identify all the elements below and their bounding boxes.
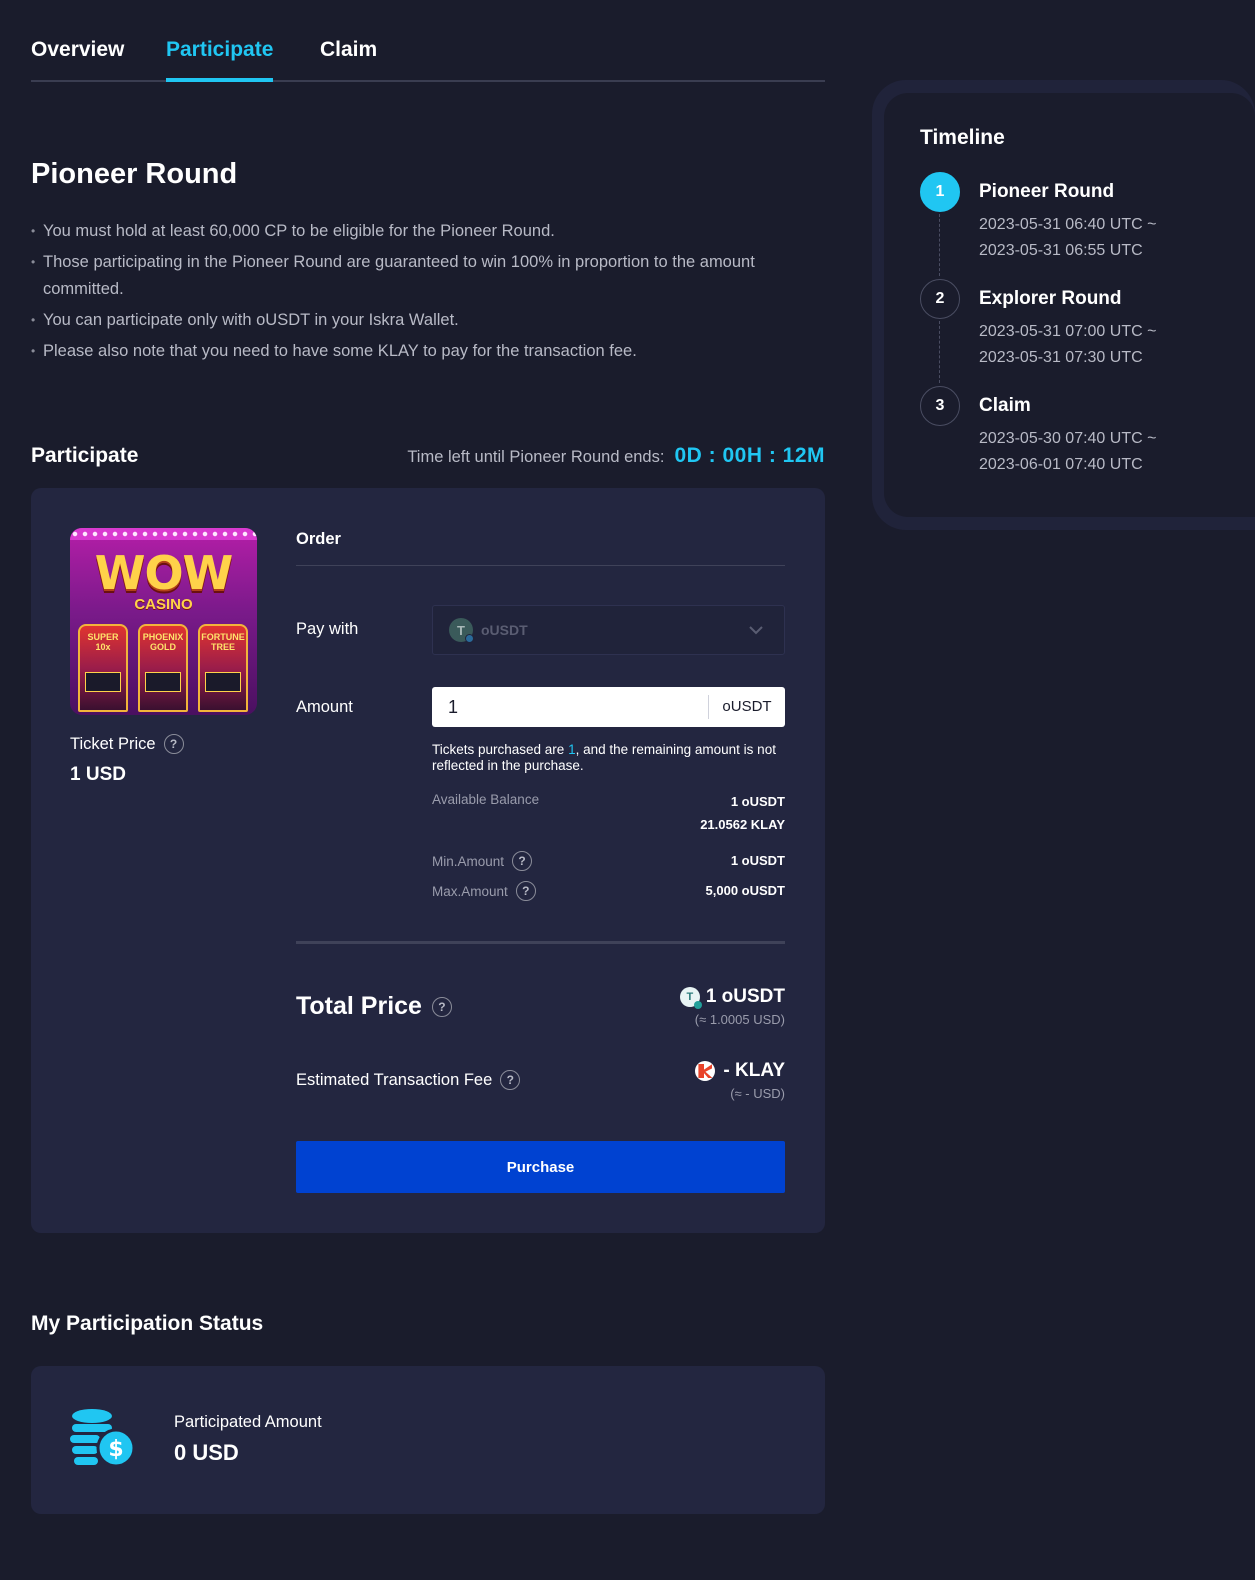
min-amount-value: 1 oUSDT: [730, 853, 785, 868]
purchase-button[interactable]: Purchase: [296, 1141, 785, 1193]
rule-item: Please also note that you need to have s…: [31, 338, 801, 365]
tab-claim[interactable]: Claim: [320, 38, 377, 62]
project-thumbnail: WOW CASINO SUPER 10x PHOENIX GOLD FORTUN…: [70, 528, 257, 715]
divider: [296, 565, 785, 566]
slot-machine: FORTUNE TREE: [198, 624, 248, 712]
thumb-title: WOW: [94, 546, 234, 600]
help-icon[interactable]: ?: [515, 881, 536, 901]
klay-icon: [695, 1061, 716, 1081]
fee-row: Estimated Transaction Fee ?: [296, 1070, 521, 1090]
fee-value: - KLAY: [723, 1060, 785, 1081]
rule-item: You must hold at least 60,000 CP to be e…: [31, 218, 801, 245]
step-end: 2023-05-31 07:30 UTC: [979, 349, 1143, 366]
min-amount-label: Min.Amount: [432, 853, 505, 869]
amount-input[interactable]: [432, 687, 708, 727]
timeline-title: Timeline: [920, 126, 1005, 149]
chevron-down-icon: [749, 626, 763, 635]
help-icon[interactable]: ?: [163, 734, 184, 754]
step-connector: [939, 321, 940, 383]
step-connector: [939, 214, 940, 276]
coins-dollar-icon: $: [70, 1409, 136, 1468]
balance-ousdt: 1 oUSDT: [730, 794, 785, 809]
fee-label: Estimated Transaction Fee: [296, 1070, 493, 1089]
order-title: Order: [296, 530, 341, 548]
step-end: 2023-06-01 07:40 UTC: [979, 456, 1143, 473]
countdown: Time left until Pioneer Round ends: 0D :…: [407, 444, 825, 468]
available-balance-text: Available Balance: [432, 792, 540, 807]
countdown-value: 0D : 00H : 12M: [674, 444, 825, 467]
slot-machine: SUPER 10x: [78, 624, 128, 712]
rules-list: You must hold at least 60,000 CP to be e…: [31, 218, 801, 369]
tether-icon: T: [449, 618, 474, 643]
participate-title: Participate: [31, 444, 139, 467]
participate-card: WOW CASINO SUPER 10x PHOENIX GOLD FORTUN…: [31, 488, 825, 1233]
tab-participate[interactable]: Participate: [166, 38, 274, 82]
ticket-price-label: Ticket Price: [70, 734, 156, 753]
max-amount-label: Max.Amount: [432, 883, 508, 899]
status-title: My Participation Status: [31, 1312, 264, 1335]
status-card: $ Participated Amount 0 USD: [31, 1366, 825, 1514]
help-icon[interactable]: ?: [500, 1070, 521, 1090]
countdown-label: Time left until Pioneer Round ends:: [407, 448, 665, 466]
amount-unit: oUSDT: [708, 695, 785, 719]
ticket-count: 1: [568, 742, 576, 757]
amount-field: oUSDT: [432, 687, 785, 727]
amount-label: Amount: [296, 698, 353, 716]
available-balance-label: Available Balance: [432, 792, 539, 807]
total-price-value: 1 oUSDT: [705, 986, 785, 1007]
participated-amount-label: Participated Amount: [174, 1413, 322, 1431]
slot-machine: PHOENIX GOLD: [138, 624, 188, 712]
step-start: 2023-05-31 07:00 UTC ~: [979, 323, 1157, 340]
balance-klay: 21.0562 KLAY: [700, 817, 785, 832]
page-title: Pioneer Round: [31, 158, 238, 190]
slot-label: FORTUNE TREE: [201, 632, 245, 652]
ticket-price-value: 1 USD: [70, 764, 126, 785]
slot-label: SUPER 10x: [87, 632, 119, 652]
pay-with-select[interactable]: T oUSDT: [432, 605, 785, 655]
step-number: 2: [920, 279, 960, 319]
min-amount-row: Min.Amount ?: [432, 851, 533, 871]
step-name: Claim: [979, 395, 1031, 416]
total-price-label: Total Price: [296, 992, 422, 1020]
max-amount-value: 5,000 oUSDT: [705, 883, 785, 898]
pay-with-token: oUSDT: [481, 622, 528, 638]
total-price-usd: (≈ 1.0005 USD): [694, 1012, 785, 1027]
tab-overview[interactable]: Overview: [31, 38, 124, 62]
step-number: 1: [920, 172, 960, 212]
help-icon[interactable]: ?: [431, 996, 452, 1017]
rule-item: You can participate only with oUSDT in y…: [31, 307, 801, 334]
step-name: Explorer Round: [979, 288, 1122, 309]
step-start: 2023-05-31 06:40 UTC ~: [979, 216, 1157, 233]
rule-item: Those participating in the Pioneer Round…: [31, 249, 801, 303]
svg-text:$: $: [108, 1437, 123, 1462]
note-text: Tickets purchased are: [432, 742, 569, 757]
help-icon[interactable]: ?: [512, 851, 533, 871]
step-number: 3: [920, 386, 960, 426]
fee: - KLAY: [695, 1060, 785, 1082]
ticket-price-label-row: Ticket Price ?: [70, 734, 184, 754]
tab-bar: Overview Participate Claim: [31, 0, 825, 82]
fee-usd: (≈ - USD): [730, 1086, 785, 1101]
purchase-note: Tickets purchased are 1, and the remaini…: [432, 742, 785, 774]
step-name: Pioneer Round: [979, 181, 1115, 202]
participated-amount-value: 0 USD: [174, 1440, 239, 1465]
max-amount-row: Max.Amount ?: [432, 881, 536, 901]
step-end: 2023-05-31 06:55 UTC: [979, 242, 1143, 259]
divider: [296, 941, 785, 944]
total-price: T 1 oUSDT: [679, 986, 785, 1009]
thumb-subtitle: CASINO: [134, 596, 193, 613]
marquee-lights: [70, 528, 257, 540]
tether-icon: T: [679, 987, 702, 1009]
pay-with-label: Pay with: [296, 620, 359, 638]
step-start: 2023-05-30 07:40 UTC ~: [979, 430, 1157, 447]
slot-label: PHOENIX GOLD: [142, 632, 184, 652]
total-price-row: Total Price ?: [296, 992, 452, 1021]
